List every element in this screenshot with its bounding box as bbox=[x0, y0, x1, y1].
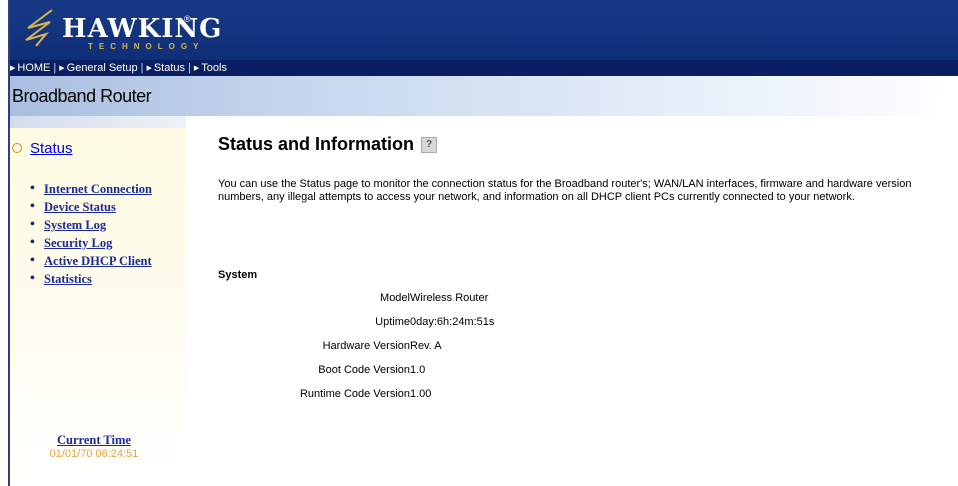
info-key: Boot Code Version bbox=[318, 364, 410, 376]
arrow-right-icon: ▶ bbox=[59, 65, 65, 72]
sidebar-link-statistics[interactable]: Statistics bbox=[44, 272, 92, 286]
logo-registered: ® bbox=[184, 14, 191, 24]
system-section-label: System bbox=[218, 269, 258, 281]
sidebar-link-internet-connection[interactable]: Internet Connection bbox=[44, 182, 152, 196]
table-row: Runtime Code Version 1.00 bbox=[218, 382, 494, 406]
sidebar-link-device-status[interactable]: Device Status bbox=[44, 200, 116, 214]
arrow-right-icon: ▶ bbox=[10, 65, 16, 72]
nav-status[interactable]: ▶ Status bbox=[146, 60, 185, 77]
nav-home[interactable]: ▶ HOME bbox=[10, 60, 50, 77]
info-key: Model bbox=[380, 292, 410, 304]
nav-separator: | bbox=[140, 62, 144, 74]
info-value: 0day:6h:24m:51s bbox=[410, 316, 495, 328]
arrow-right-icon: ▶ bbox=[146, 65, 152, 72]
sidebar-menu: Internet Connection Device Status System… bbox=[28, 180, 178, 288]
sidebar: Status Internet Connection Device Status… bbox=[10, 116, 186, 486]
page-description: You can use the Status page to monitor t… bbox=[218, 178, 912, 203]
sidebar-item-device-status: Device Status bbox=[28, 198, 178, 216]
current-time: Current Time 01/01/70 06:24:51 bbox=[34, 433, 154, 460]
current-time-value: 01/01/70 06:24:51 bbox=[49, 448, 139, 460]
logo-subtext: TECHNOLOGY bbox=[88, 42, 205, 51]
sidebar-heading-status[interactable]: Status bbox=[12, 140, 73, 157]
sidebar-item-security-log: Security Log bbox=[28, 234, 178, 252]
nav-general-setup-label: General Setup bbox=[66, 62, 138, 74]
sidebar-item-active-dhcp-client: Active DHCP Client bbox=[28, 252, 178, 270]
app-title: Broadband Router bbox=[12, 86, 152, 106]
header-bar: HAWKING ® TECHNOLOGY bbox=[10, 0, 958, 60]
arrow-right-icon: ▶ bbox=[193, 65, 200, 72]
logo-text: HAWKING bbox=[62, 14, 223, 44]
sidebar-link-active-dhcp-client[interactable]: Active DHCP Client bbox=[44, 254, 152, 268]
nav-tools-label: Tools bbox=[201, 62, 227, 74]
info-key: Uptime bbox=[375, 316, 410, 328]
info-value: Wireless Router bbox=[410, 292, 489, 304]
table-row: Model Wireless Router bbox=[218, 286, 494, 310]
table-row: Hardware Version Rev. A bbox=[218, 334, 494, 358]
nav-tools[interactable]: ▶ Tools bbox=[194, 60, 227, 77]
nav-general-setup[interactable]: ▶ General Setup bbox=[59, 60, 137, 77]
sidebar-item-statistics: Statistics bbox=[28, 270, 178, 288]
circle-bullet-icon bbox=[12, 143, 22, 153]
system-info-table: Model Wireless Router Uptime 0day:6h:24m… bbox=[218, 286, 494, 406]
info-value: 1.0 bbox=[410, 364, 426, 376]
nav-separator: | bbox=[188, 62, 191, 74]
current-time-label: Current Time bbox=[57, 433, 131, 447]
nav-home-label: HOME bbox=[17, 62, 51, 74]
info-key: Runtime Code Version bbox=[299, 388, 410, 400]
info-value: Rev. A bbox=[410, 340, 442, 352]
router-frame: HAWKING ® TECHNOLOGY ▶ HOME | ▶ General Setu… bbox=[8, 0, 958, 486]
title-bar: Broadband Router bbox=[10, 76, 958, 116]
sidebar-item-internet-connection: Internet Connection bbox=[28, 180, 178, 198]
info-key: Hardware Version bbox=[322, 340, 410, 352]
sidebar-link-system-log[interactable]: System Log bbox=[44, 218, 106, 232]
hawking-logo[interactable]: HAWKING ® TECHNOLOGY bbox=[22, 8, 222, 54]
sidebar-heading-label: Status bbox=[30, 140, 73, 157]
table-row: Boot Code Version 1.0 bbox=[218, 358, 494, 382]
sidebar-item-system-log: System Log bbox=[28, 216, 178, 234]
help-icon[interactable]: ? bbox=[421, 137, 438, 154]
page-heading: Status and Information ? bbox=[218, 134, 438, 155]
info-value: 1.00 bbox=[410, 388, 432, 400]
table-row: Uptime 0day:6h:24m:51s bbox=[218, 310, 494, 334]
nav-status-label: Status bbox=[153, 62, 186, 74]
nav-separator: | bbox=[53, 62, 57, 74]
hawk-icon bbox=[25, 9, 53, 47]
sidebar-link-security-log[interactable]: Security Log bbox=[44, 236, 112, 250]
top-navigation: ▶ HOME | ▶ General Setup | ▶ Status | ▶ Tools bbox=[10, 60, 958, 76]
page-title: Status and Information bbox=[218, 134, 415, 154]
